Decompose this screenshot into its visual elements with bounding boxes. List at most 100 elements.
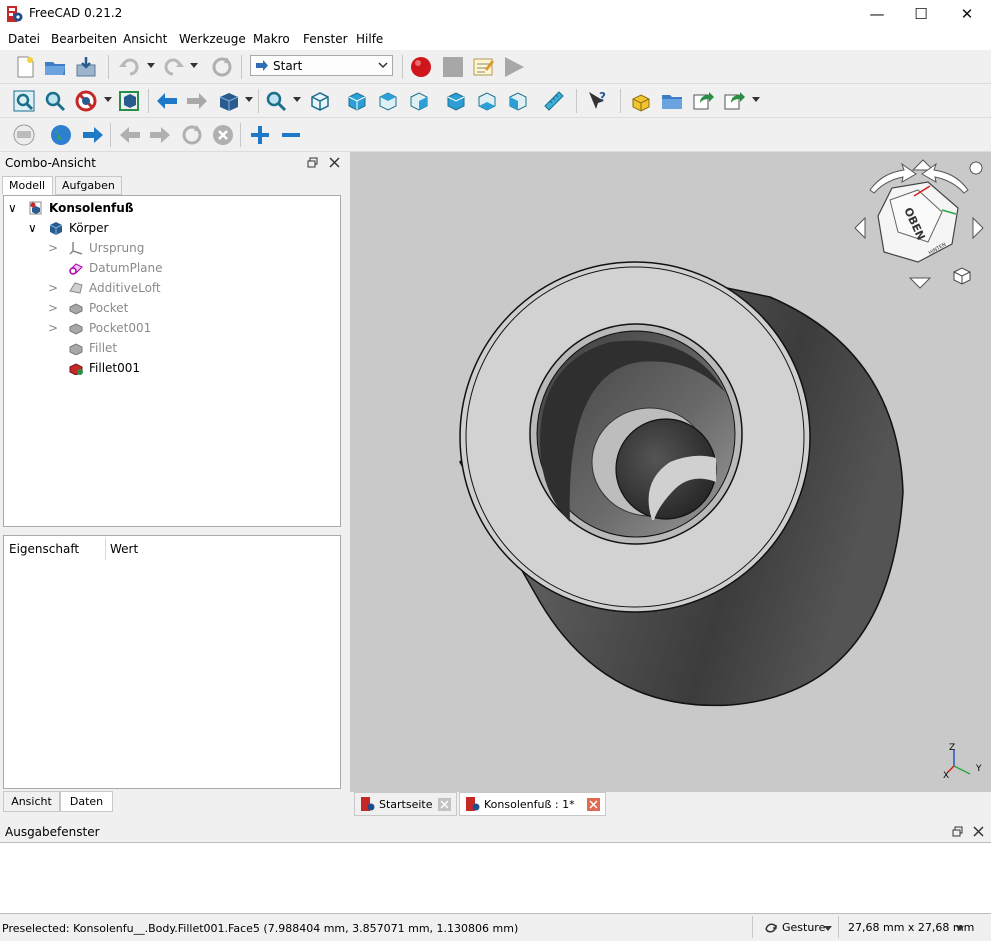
web-globe-icon[interactable] [49, 123, 73, 147]
close-button[interactable]: ✕ [944, 0, 990, 28]
close-panel-icon[interactable] [329, 157, 340, 168]
expander-icon[interactable]: ∨ [8, 198, 17, 218]
macro-record-icon[interactable] [409, 55, 433, 79]
tree-item-konsolenfuss[interactable]: ∨ Konsolenfuß [8, 198, 338, 218]
navigation-style-button[interactable]: Gesture [762, 917, 834, 938]
back-arrow-icon[interactable] [155, 89, 179, 113]
web-home-icon[interactable] [12, 123, 36, 147]
top-view-icon[interactable] [376, 89, 400, 113]
tree-item-ursprung[interactable]: > Ursprung [48, 238, 338, 258]
web-go-arrow-icon[interactable] [81, 123, 105, 147]
macro-execute-icon[interactable] [502, 55, 526, 79]
menu-bearbeiten[interactable]: Bearbeiten [51, 32, 117, 46]
link-icon[interactable] [692, 89, 716, 113]
macro-edit-icon[interactable] [471, 55, 495, 79]
web-forward-icon[interactable] [148, 123, 172, 147]
menu-ansicht[interactable]: Ansicht [123, 32, 167, 46]
menu-hilfe[interactable]: Hilfe [356, 32, 383, 46]
close-tab-icon[interactable] [438, 798, 451, 811]
expander-icon[interactable]: ∨ [28, 218, 37, 238]
minimize-button[interactable]: — [854, 0, 900, 28]
bottom-view-icon[interactable] [475, 89, 499, 113]
tab-aufgaben[interactable]: Aufgaben [55, 176, 122, 195]
tree-item-pocket[interactable]: > Pocket [48, 298, 338, 318]
float-icon[interactable] [952, 826, 963, 837]
tab-modell[interactable]: Modell [2, 176, 53, 195]
output-window[interactable] [0, 842, 991, 914]
right-view-icon[interactable] [407, 89, 431, 113]
link-actions-dropdown-icon[interactable] [752, 97, 760, 102]
view-box-icon[interactable] [217, 89, 241, 113]
expander-icon[interactable]: > [48, 238, 58, 258]
tab-startseite[interactable]: Startseite [354, 792, 457, 816]
menu-datei[interactable]: Datei [8, 32, 40, 46]
tree-item-pocket001[interactable]: > Pocket001 [48, 318, 338, 338]
measure-icon[interactable] [542, 89, 566, 113]
create-part-icon[interactable] [630, 89, 654, 113]
zoom-out-icon[interactable] [279, 123, 303, 147]
redo-icon[interactable] [162, 55, 186, 79]
redo-dropdown-icon[interactable] [190, 63, 198, 68]
zoom-dropdown-icon[interactable] [293, 97, 301, 102]
toolbar-view: ? [0, 84, 991, 118]
whats-this-icon[interactable]: ? [586, 89, 610, 113]
menu-makro[interactable]: Makro [253, 32, 290, 46]
undo-icon[interactable] [117, 55, 141, 79]
document-tabs: Startseite Konsolenfuß : 1* [350, 792, 991, 816]
output-window-header: Ausgabefenster [0, 822, 991, 842]
zoom-in-icon[interactable] [248, 123, 272, 147]
macro-stop-icon[interactable] [441, 55, 465, 79]
axis-x-label: X [943, 771, 949, 781]
svg-text:?: ? [599, 90, 606, 104]
bounding-box-icon[interactable] [117, 89, 141, 113]
tab-daten[interactable]: Daten [60, 791, 113, 812]
expander-icon[interactable]: > [48, 278, 58, 298]
undo-dropdown-icon[interactable] [147, 63, 155, 68]
close-panel-icon[interactable] [973, 826, 984, 837]
expander-icon[interactable]: > [48, 318, 58, 338]
toolbar-web [0, 118, 991, 152]
save-icon[interactable] [74, 55, 98, 79]
dimension-button[interactable]: 27,68 mm x 27,68 mm [846, 917, 974, 938]
view-box-dropdown-icon[interactable] [245, 97, 253, 102]
draw-style-icon[interactable] [74, 89, 98, 113]
create-group-icon[interactable] [660, 89, 684, 113]
rear-view-icon[interactable] [444, 89, 468, 113]
close-tab-icon[interactable] [587, 798, 600, 811]
left-view-icon[interactable] [506, 89, 530, 113]
workbench-selector[interactable]: Start [250, 55, 393, 76]
forward-arrow-icon[interactable] [185, 89, 209, 113]
isometric-view-icon[interactable] [308, 89, 332, 113]
draw-style-dropdown-icon[interactable] [104, 97, 112, 102]
axis-y-label: Y [975, 764, 982, 774]
workbench-label: Start [273, 59, 303, 73]
zoom-icon[interactable] [264, 89, 288, 113]
menu-werkzeuge[interactable]: Werkzeuge [179, 32, 246, 46]
tree-item-koerper[interactable]: ∨ Körper [28, 218, 338, 238]
open-folder-icon[interactable] [43, 55, 67, 79]
fit-all-icon[interactable] [12, 89, 36, 113]
navigation-cube[interactable]: OBEN HINTEN [850, 156, 988, 294]
tree-item-label: Konsolenfuß [49, 201, 134, 215]
refresh-icon[interactable] [210, 55, 234, 79]
web-refresh-icon[interactable] [180, 123, 204, 147]
float-icon[interactable] [307, 157, 318, 168]
3d-viewport[interactable]: OBEN HINTEN Z Y X [350, 152, 991, 792]
front-view-icon[interactable] [345, 89, 369, 113]
maximize-button[interactable]: ☐ [898, 0, 944, 28]
web-back-icon[interactable] [118, 123, 142, 147]
new-document-icon[interactable] [13, 55, 37, 79]
fillet-active-icon [69, 363, 83, 375]
tab-konsolenfuss[interactable]: Konsolenfuß : 1* [459, 792, 606, 816]
expander-icon[interactable]: > [48, 298, 58, 318]
tree-item-fillet001[interactable]: Fillet001 [48, 358, 338, 378]
fit-selection-icon[interactable] [43, 89, 67, 113]
freecad-tab-icon [361, 797, 375, 811]
tree-item-fillet[interactable]: Fillet [48, 338, 338, 358]
web-stop-icon[interactable] [211, 123, 235, 147]
tree-item-datumplane[interactable]: DatumPlane [48, 258, 338, 278]
menu-fenster[interactable]: Fenster [303, 32, 348, 46]
tree-item-additiveloft[interactable]: > AdditiveLoft [48, 278, 338, 298]
tab-ansicht[interactable]: Ansicht [3, 791, 60, 812]
link-actions-icon[interactable] [723, 89, 747, 113]
